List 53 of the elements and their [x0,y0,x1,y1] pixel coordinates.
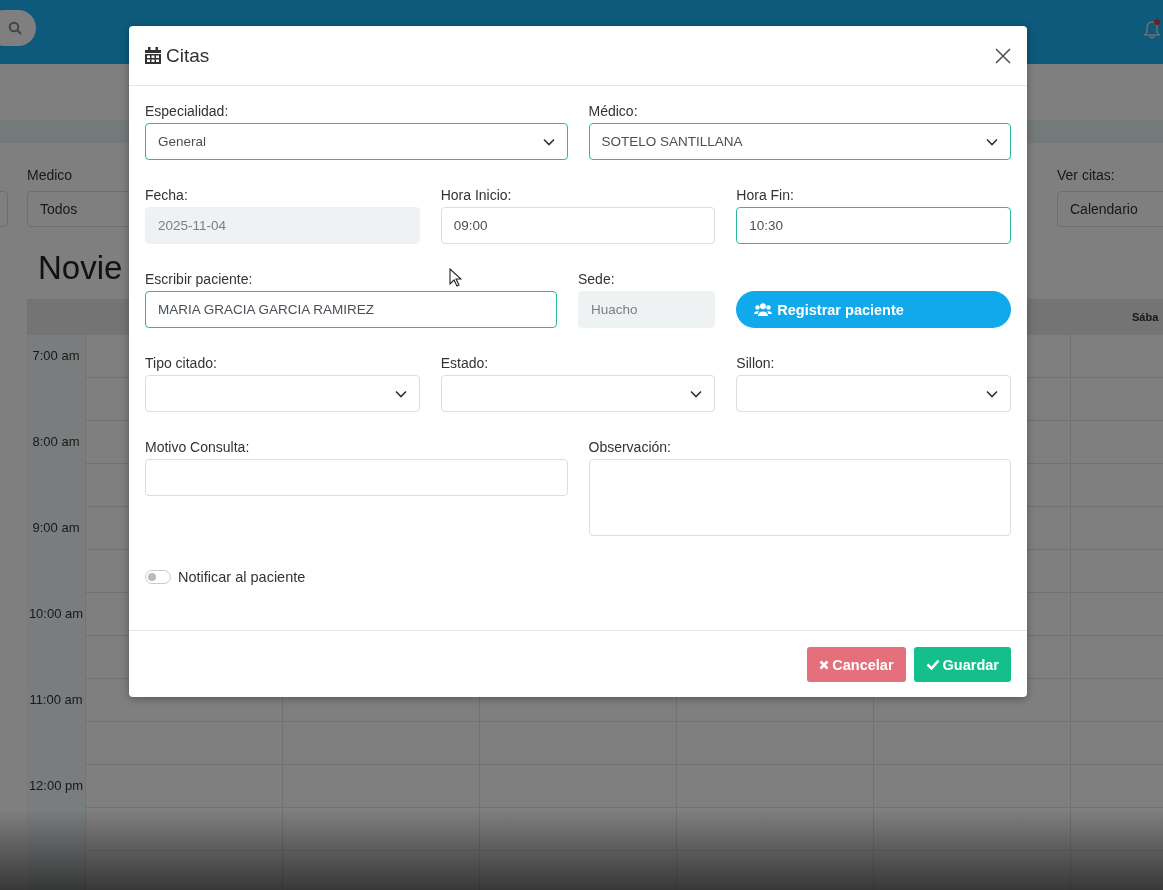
field-label: Motivo Consulta: [145,439,250,456]
select-field[interactable] [440,375,716,412]
chevron-down-icon [394,389,407,398]
chevron-down-icon [542,137,555,146]
time-cell: 10:00 am [27,593,85,636]
dialog-title: Citas [166,44,210,67]
day-header-cell: Sába [1070,299,1163,335]
field-label: Sede: [578,271,615,288]
close-icon [819,659,830,670]
bell-icon[interactable] [1141,18,1163,40]
register-patient-button[interactable]: Registrar paciente [736,291,1011,328]
textarea-field[interactable] [588,459,1011,536]
chevron-down-icon [986,137,998,146]
check-icon [925,659,940,670]
cancel-button[interactable]: Cancelar [807,647,906,682]
time-cell: 9:00 am [27,507,85,550]
input-field[interactable]: MARIA GRACIA GARCIA RAMIREZ [145,291,557,328]
field-label: Observación: [588,439,671,456]
input-field[interactable] [145,459,568,496]
search-button[interactable] [0,10,36,46]
filter-label: Medico [27,167,74,183]
save-button[interactable]: Guardar [913,647,1011,682]
select-field[interactable]: Calendario [1057,191,1163,227]
select-field[interactable] [145,375,420,412]
input-field[interactable]: 10:30 [736,207,1011,244]
field-label: Médico: [588,103,638,120]
field-label: Tipo citado: [145,355,217,372]
time-cell: 8:00 am [27,421,85,464]
time-cell: 11:00 am [27,679,85,722]
select-field[interactable]: SOTELO SANTILLANA [588,123,1011,160]
chevron-down-icon [986,389,998,398]
toggle-switch[interactable] [145,570,171,584]
users-icon [754,303,773,316]
select-field[interactable]: General [145,123,568,160]
field-label: Escribir paciente: [145,271,253,288]
field-label: Hora Inicio: [440,187,512,204]
input-field[interactable]: 09:00 [440,207,716,244]
search-icon [8,21,22,35]
filter-label: Ver citas: [1057,167,1116,183]
cursor-icon [449,268,462,287]
time-cell: 12:00 pm [27,765,85,808]
field-label: Sillon: [736,355,775,372]
field-label: Hora Fin: [736,187,794,204]
chevron-down-icon [690,389,703,398]
close-icon [995,47,1011,64]
time-cell: 7:00 am [27,335,85,378]
field-label: Estado: [440,355,489,372]
calendar-title: Novie [38,251,123,285]
field-label: Especialidad: [145,103,229,120]
toggle-label: Notificar al paciente [178,569,306,585]
select-field[interactable] [736,375,1011,412]
close-button[interactable] [993,45,1013,66]
calendar-icon [145,47,161,64]
